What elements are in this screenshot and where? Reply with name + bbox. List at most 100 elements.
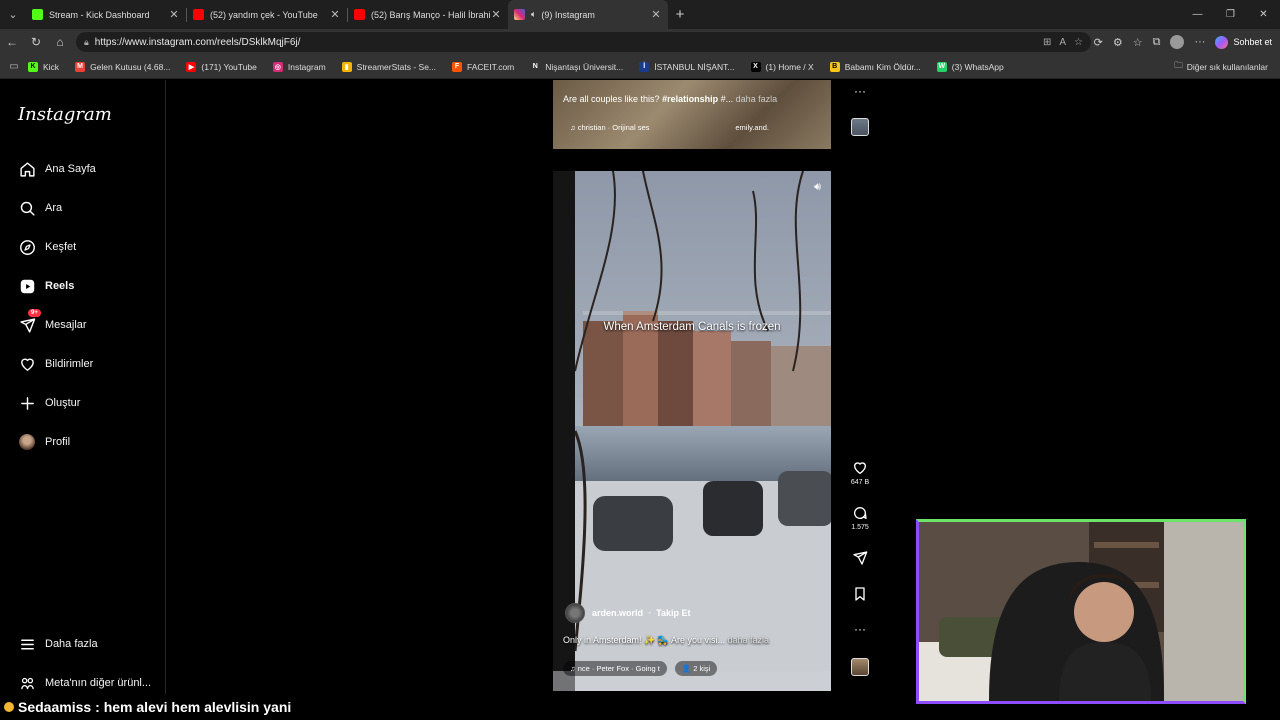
tagged-account[interactable]: emily.and. [735,123,769,132]
bookmark-kick[interactable]: K Kick [28,61,60,72]
browser-toolbar: ← ↻ ⌂ 🔒︎ https://www.instagram.com/reels… [0,29,1280,55]
sidebar-item-create[interactable]: Oluştur [18,394,80,412]
favorites-icon[interactable]: ☆ [1133,36,1143,49]
maximize-button[interactable]: ❐ [1214,0,1247,29]
bookmark-imdb[interactable]: B Babamı Kim Öldür... [829,61,921,72]
sidebar-item-label: Bildirimler [45,358,94,370]
bookmark-label: (171) YouTube [201,61,257,72]
profile-avatar[interactable] [1170,35,1185,49]
hamburger-menu-icon [18,635,36,653]
comment-icon [854,507,867,519]
sidebar-item-messages[interactable]: 9+ Mesajlar [18,309,87,334]
reload-button[interactable]: ↻ [24,35,48,49]
sidebar-item-label: Ara [45,202,63,214]
close-icon[interactable]: ✕ [329,8,341,21]
more-options-icon[interactable]: ··· [849,84,871,98]
bookmark-x[interactable]: X (1) Home / X [750,61,814,72]
sidebar-item-home[interactable]: Ana Sayfa [18,160,96,178]
favorite-star-icon[interactable]: ☆ [1074,37,1083,48]
bookmark-istanbul-nisantasi[interactable]: İ İSTANBUL NİŞANT... [639,61,735,72]
instagram-logo[interactable]: Instagram [18,104,112,125]
bookmark-youtube[interactable]: ▶ (171) YouTube [186,61,257,72]
more-menu-icon[interactable]: ··· [1194,36,1205,48]
refresh-extension-icon[interactable]: ⟳ [1094,36,1103,49]
bookmark-nisantasi[interactable]: N Nişantaşı Üniversit... [530,61,624,72]
close-window-button[interactable]: ✕ [1247,0,1280,29]
hashtag[interactable]: #relationship [662,94,718,104]
reel-caption: Are all couples like this? #relationship… [563,94,777,104]
read-aloud-icon[interactable]: A [1059,37,1066,48]
home-icon [18,160,36,178]
home-button[interactable]: ⌂ [48,35,72,49]
speaker-icon[interactable]: 🔈︎ [531,9,536,20]
bookmark-whatsapp[interactable]: W (3) WhatsApp [936,61,1004,72]
sidebar-item-search[interactable]: Ara [18,199,62,217]
previous-reel[interactable]: Are all couples like this? #relationship… [553,80,831,149]
copilot-label: Sohbet et [1233,37,1272,47]
share-button[interactable] [849,550,871,566]
save-button[interactable] [849,586,871,602]
tab-youtube-2[interactable]: (52) Barış Manço - Halil İbrahim Sofrası… [348,0,508,29]
bookmark-label: Gelen Kutusu (4.68... [90,61,171,72]
follow-button[interactable]: Takip Et [656,608,690,618]
sidebar-item-meta[interactable]: Meta'nın diğer ürünl... [18,674,151,692]
stats-icon: ▮ [341,61,352,72]
reel-caption: Only in Amsterdam! ✨ 🛼 Are you visi... d… [563,635,769,646]
like-count: 647 B [850,479,870,486]
bookmark-instagram[interactable]: ◎ Instagram [272,61,326,72]
back-button[interactable]: ← [0,35,24,49]
sidebar-item-notifications[interactable]: Bildirimler [18,355,93,373]
tab-actions-menu[interactable]: ⌄ [0,0,26,29]
sidebar-item-reels[interactable]: Reels [18,277,74,295]
instagram-icon: ◎ [272,61,283,72]
tab-youtube-1[interactable]: (52) yandım çek - YouTube ✕ [187,0,347,29]
audio-thumbnail[interactable] [849,658,871,676]
like-button[interactable]: 647 B [849,460,871,486]
extensions-icon[interactable]: ⚙ [1113,36,1123,49]
lock-icon[interactable]: 🔒︎ [84,37,89,48]
bookmark-label: StreamerStats - Se... [356,61,437,72]
sidebar-item-more[interactable]: Daha fazla [18,635,98,653]
new-tab-button[interactable]: + [668,6,692,23]
more-link[interactable]: daha fazla [727,635,769,645]
current-reel[interactable]: 🔊︎ When Amsterdam Canals is frozen arden… [553,171,831,691]
tab-kick-dashboard[interactable]: Stream - Kick Dashboard ✕ [26,0,186,29]
other-bookmarks[interactable]: 🗀︎ Diğer sık kullanılanlar [1174,55,1268,79]
comment-button[interactable]: 1.575 [849,505,871,531]
sidebar-item-label: Mesajlar [45,319,87,331]
volume-icon[interactable]: 🔊︎ [814,181,821,194]
close-icon[interactable]: ✕ [490,8,502,21]
address-bar[interactable]: 🔒︎ https://www.instagram.com/reels/DSklk… [76,32,1091,52]
copilot-button[interactable]: Sohbet et [1215,35,1272,49]
close-icon[interactable]: ✕ [650,8,662,21]
other-bookmarks-label: Diğer sık kullanılanlar [1186,62,1268,72]
share-icon [853,551,868,565]
minimize-button[interactable]: — [1181,0,1214,29]
sidebar-item-profile[interactable]: Profil [18,433,70,451]
app-available-icon[interactable]: ⊞ [1043,37,1051,48]
webcam-feed [919,522,1243,701]
more-link[interactable]: daha fazla [736,94,778,104]
close-icon[interactable]: ✕ [168,8,180,21]
bookmark-faceit[interactable]: F FACEIT.com [452,61,514,72]
browser-tab-bar: ⌄ Stream - Kick Dashboard ✕ (52) yandım … [0,0,1280,29]
reel-audio[interactable]: ♫ nce · Peter Fox · Going t [563,661,667,676]
more-options-icon[interactable]: ··· [849,622,871,636]
author-username[interactable]: arden.world [592,608,643,618]
tab-instagram[interactable]: 🔈︎ (9) Instagram ✕ [508,0,668,29]
bookmark-gmail[interactable]: M Gelen Kutusu (4.68... [75,61,171,72]
bookmark-label: Nişantaşı Üniversit... [545,61,624,72]
tagged-people[interactable]: 👤 2 kişi [674,661,718,676]
sidebar-item-explore[interactable]: Keşfet [18,238,76,256]
sidebar-item-label: Keşfet [45,241,77,253]
collections-icon[interactable]: ⧉ [1153,36,1161,49]
whatsapp-icon: W [936,61,947,72]
bookmark-label: Kick [43,61,60,72]
sidebar-toggle-icon[interactable]: ▭ [0,61,28,72]
bookmark-streamerstats[interactable]: ▮ StreamerStats - Se... [341,61,437,72]
author-avatar[interactable] [565,603,585,623]
audio-thumbnail[interactable] [849,118,871,136]
copilot-icon [1215,35,1229,49]
youtube-icon: ▶ [186,61,197,72]
reel-audio[interactable]: ♫ christian · Orijinal ses [570,123,649,132]
